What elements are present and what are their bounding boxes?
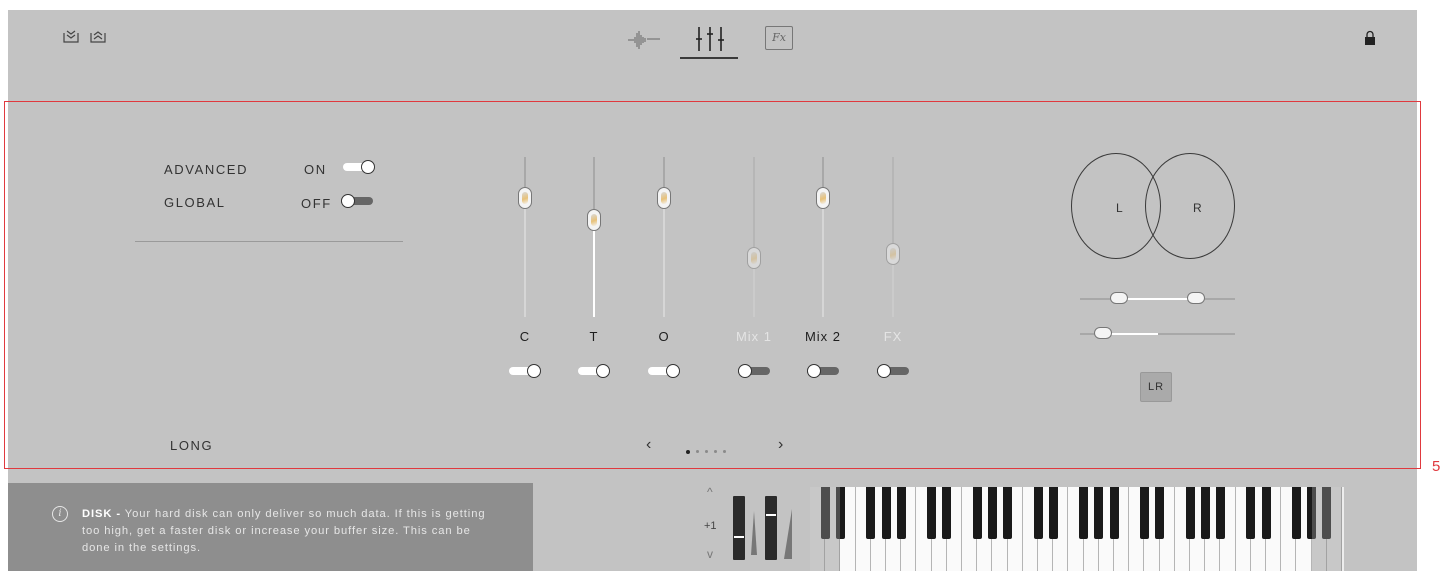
channel-label: C	[519, 329, 531, 344]
black-key[interactable]	[1200, 487, 1210, 539]
fader-fill	[663, 198, 665, 317]
page-dot[interactable]	[696, 450, 699, 454]
black-key[interactable]	[1094, 487, 1104, 539]
prev-page-button[interactable]: ‹	[646, 436, 651, 454]
fader-handle[interactable]	[886, 243, 900, 265]
fader-handle[interactable]	[657, 187, 671, 209]
page-dot[interactable]	[714, 450, 717, 454]
right-channel-circle	[1145, 153, 1235, 259]
mod-indicator-icon	[784, 509, 792, 559]
fader-mix-1[interactable]	[747, 157, 761, 317]
mixer-faders-icon[interactable]	[695, 26, 725, 52]
transpose-up-button[interactable]: ^	[707, 485, 713, 499]
channel-label: Mix 2	[804, 329, 842, 344]
settings-divider	[135, 241, 403, 242]
right-channel-label: R	[1193, 201, 1202, 215]
black-key[interactable]	[1048, 487, 1058, 539]
black-key[interactable]	[1291, 487, 1301, 539]
black-key[interactable]	[942, 487, 952, 539]
fader-handle[interactable]	[518, 187, 532, 209]
info-text: DISK - Your hard disk can only deliver s…	[82, 506, 502, 557]
transpose-down-button[interactable]: v	[707, 547, 713, 561]
waveform-icon[interactable]	[627, 29, 661, 51]
mode-label: LONG	[170, 438, 214, 453]
lr-button[interactable]: LR	[1140, 372, 1172, 402]
page-dot[interactable]	[723, 450, 726, 454]
black-key[interactable]	[1185, 487, 1195, 539]
piano-keyboard[interactable]	[810, 487, 1344, 571]
fader-t[interactable]	[587, 157, 601, 317]
fader-fx[interactable]	[886, 157, 900, 317]
page-dots	[686, 443, 732, 461]
pan-handle[interactable]	[1094, 327, 1113, 339]
global-state-label: OFF	[301, 196, 332, 211]
channel-toggle[interactable]	[648, 364, 680, 378]
info-panel: i DISK - Your hard disk can only deliver…	[8, 483, 533, 571]
channel-label: Mix 1	[735, 329, 773, 344]
black-key[interactable]	[927, 487, 937, 539]
global-toggle[interactable]	[341, 194, 373, 208]
fader-handle[interactable]	[816, 187, 830, 209]
black-key[interactable]	[1139, 487, 1149, 539]
left-channel-label: L	[1116, 201, 1123, 215]
channel-label: FX	[883, 329, 903, 344]
black-key[interactable]	[896, 487, 906, 539]
advanced-toggle[interactable]	[343, 160, 375, 174]
stereo-width-slider[interactable]	[1080, 292, 1235, 306]
out-of-range-zone	[1311, 487, 1342, 571]
black-key[interactable]	[987, 487, 997, 539]
global-label: GLOBAL	[164, 195, 226, 210]
next-page-button[interactable]: ›	[778, 436, 783, 454]
black-key[interactable]	[1246, 487, 1256, 539]
mod-wheel[interactable]	[765, 496, 777, 560]
info-icon: i	[52, 506, 68, 522]
info-title: DISK -	[82, 508, 121, 520]
expand-up-icon[interactable]	[89, 27, 107, 45]
black-key[interactable]	[1109, 487, 1119, 539]
fader-fill	[524, 198, 526, 317]
out-of-range-zone	[810, 487, 841, 571]
channel-toggle[interactable]	[877, 364, 909, 378]
width-left-handle[interactable]	[1109, 292, 1128, 304]
black-key[interactable]	[1261, 487, 1271, 539]
page-dot[interactable]	[705, 450, 708, 454]
black-key[interactable]	[866, 487, 876, 539]
transpose-value: +1	[704, 520, 717, 532]
channel-toggle[interactable]	[509, 364, 541, 378]
collapse-down-icon[interactable]	[62, 27, 80, 45]
lock-icon[interactable]	[1364, 30, 1376, 46]
fader-o[interactable]	[657, 157, 671, 317]
advanced-label: ADVANCED	[164, 162, 249, 177]
black-key[interactable]	[972, 487, 982, 539]
advanced-state-label: ON	[304, 162, 327, 177]
fx-tab[interactable]: Fx	[765, 26, 793, 50]
fader-handle[interactable]	[747, 247, 761, 269]
active-tab-indicator	[680, 57, 738, 59]
fader-c[interactable]	[518, 157, 532, 317]
width-right-handle[interactable]	[1187, 292, 1206, 304]
annotation-marker: 5	[1432, 458, 1441, 475]
channel-toggle[interactable]	[578, 364, 610, 378]
black-key[interactable]	[881, 487, 891, 539]
channel-toggle[interactable]	[738, 364, 770, 378]
page-dot[interactable]	[686, 449, 690, 454]
black-key[interactable]	[1215, 487, 1225, 539]
fader-mix-2[interactable]	[816, 157, 830, 317]
black-key[interactable]	[1003, 487, 1013, 539]
black-key[interactable]	[1033, 487, 1043, 539]
channel-toggle[interactable]	[807, 364, 839, 378]
fader-fill	[822, 198, 824, 317]
black-key[interactable]	[1155, 487, 1165, 539]
pitch-wheel[interactable]	[733, 496, 745, 560]
info-body: Your hard disk can only deliver so much …	[82, 508, 486, 554]
channel-label: T	[589, 329, 599, 344]
fader-fill	[593, 220, 595, 317]
pan-slider[interactable]	[1080, 327, 1235, 341]
channel-label: O	[658, 329, 670, 344]
pitch-indicator-icon	[751, 511, 757, 555]
black-key[interactable]	[1079, 487, 1089, 539]
fader-handle[interactable]	[587, 209, 601, 231]
